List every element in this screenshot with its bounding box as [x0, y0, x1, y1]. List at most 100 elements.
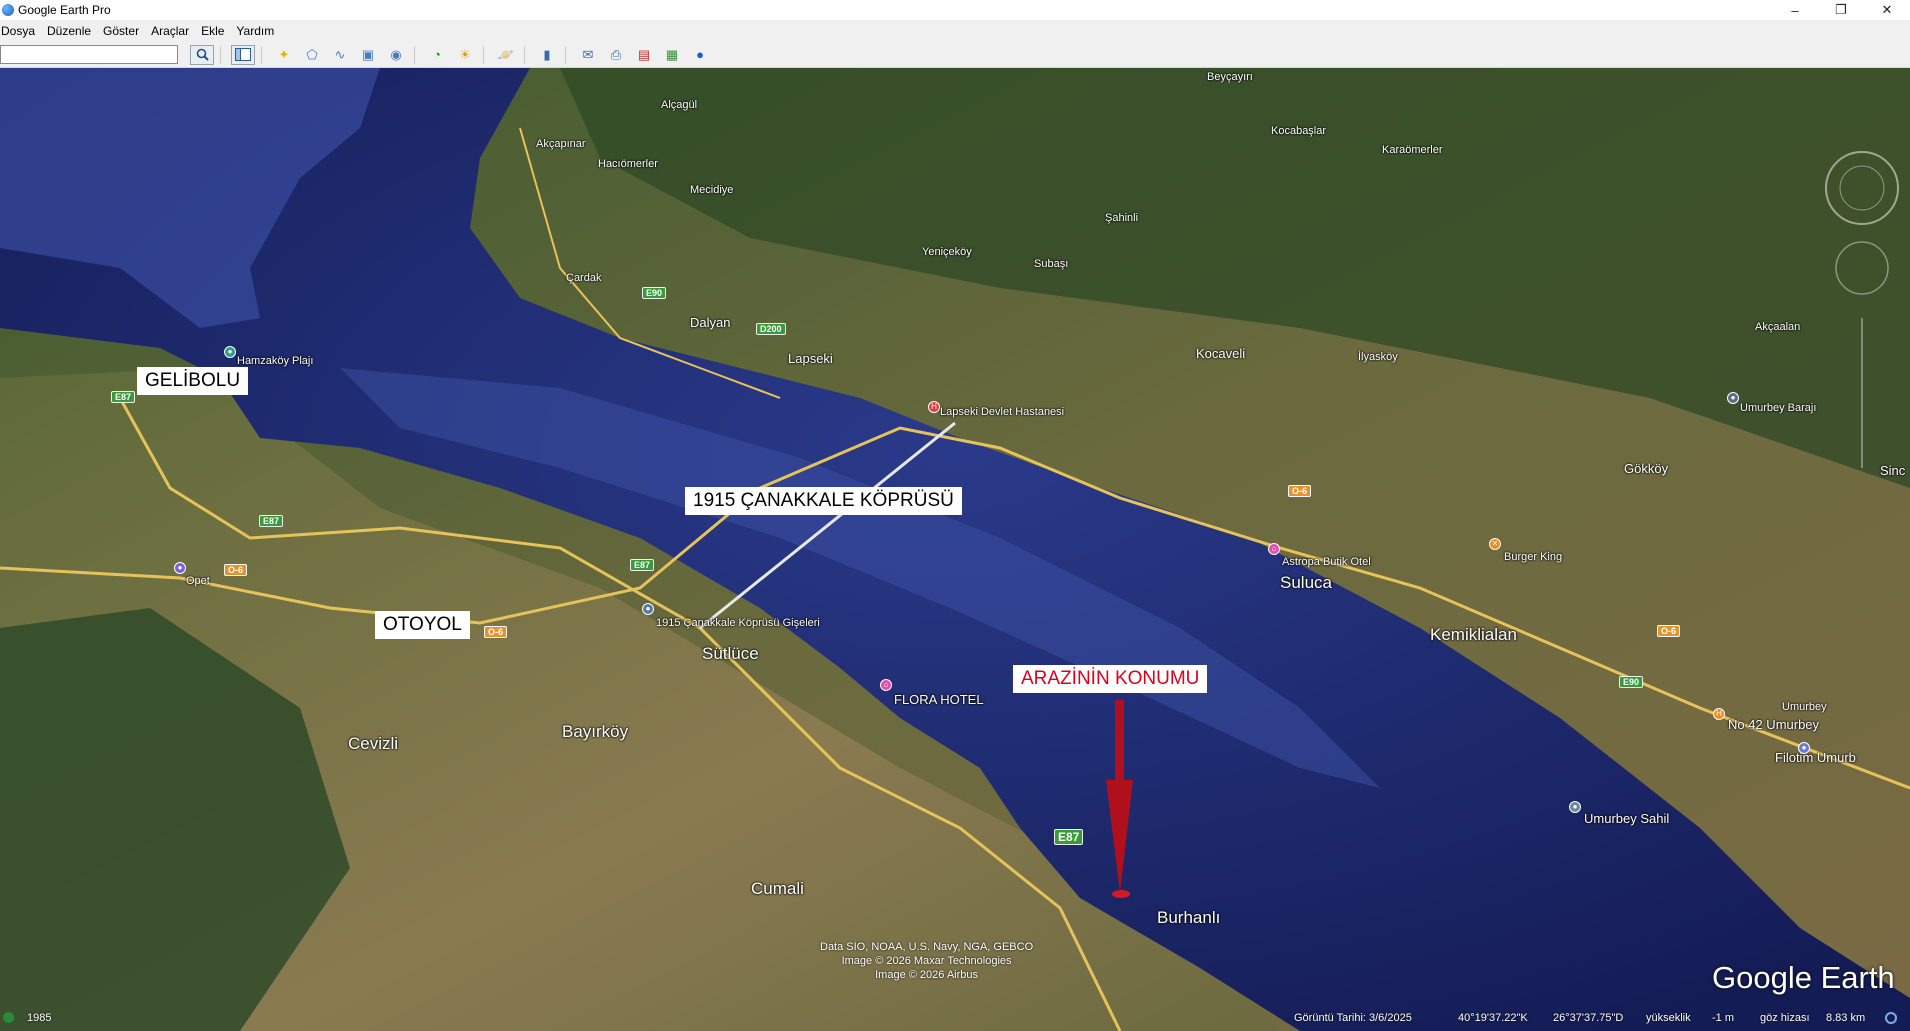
place-hacaomerler[interactable]: Hacıömerler	[598, 158, 658, 170]
historical-imagery-button[interactable]: ◔	[425, 45, 449, 65]
place-opet[interactable]: Opet	[186, 575, 210, 587]
close-button[interactable]: ✕	[1864, 0, 1910, 20]
add-image-overlay-button[interactable]: ▣	[356, 45, 380, 65]
sidebar-toggle-button[interactable]	[231, 44, 255, 65]
view-in-maps-button[interactable]: ▦	[660, 45, 684, 65]
roadsign-o6-east: O-6	[1657, 625, 1681, 637]
add-path-button[interactable]: ∿	[328, 45, 352, 65]
print-button[interactable]: ⎙	[604, 45, 628, 65]
menu-duzenle[interactable]: Düzenle	[41, 24, 97, 38]
hotel-no42-icon[interactable]: H	[1713, 708, 1725, 720]
place-gokkoy[interactable]: Gökköy	[1624, 461, 1668, 476]
search-icon	[196, 48, 209, 61]
place-hamzakoy[interactable]: Hamzaköy Plajı	[237, 355, 313, 367]
place-akcaalan[interactable]: Akçaalan	[1755, 321, 1800, 333]
roadsign-e87-gelibolu: E87	[111, 391, 136, 403]
place-karaomerler[interactable]: Karaömerler	[1382, 144, 1443, 156]
place-lapseki[interactable]: Lapseki	[788, 351, 833, 366]
arrow-shaft	[1115, 700, 1124, 782]
place-umurbey[interactable]: Umurbey	[1782, 701, 1827, 713]
hotel-icon[interactable]: ⌂	[1268, 543, 1280, 555]
place-kocabaslar[interactable]: Kocabaşlar	[1271, 125, 1326, 137]
add-polygon-button[interactable]: ⬠	[300, 45, 324, 65]
place-sinc[interactable]: Sinc	[1880, 463, 1905, 478]
place-bayirkoy[interactable]: Bayırköy	[562, 722, 628, 742]
place-mecidiye[interactable]: Mecidiye	[690, 184, 733, 196]
add-placemark-button[interactable]: ✦	[272, 45, 296, 65]
place-astropa[interactable]: Astropa Butik Otel	[1282, 556, 1371, 568]
dam-icon[interactable]: ●	[1727, 392, 1739, 404]
google-earth-logo: Google Earth	[1712, 960, 1895, 995]
land-marker	[1112, 890, 1130, 898]
place-alcagul[interactable]: Alçagül	[661, 99, 697, 111]
planets-button[interactable]: 🪐	[494, 45, 518, 65]
path-icon: ∿	[334, 46, 346, 62]
credit-line: Data SIO, NOAA, U.S. Navy, NGA, GEBCO	[820, 941, 1034, 953]
place-lapseki-hastane[interactable]: Lapseki Devlet Hastanesi	[940, 406, 1064, 418]
place-umurbey-sahil[interactable]: Umurbey Sahil	[1584, 811, 1669, 826]
menu-araclar[interactable]: Araçlar	[145, 24, 195, 38]
place-umurbey-baraji[interactable]: Umurbey Barajı	[1740, 402, 1816, 414]
status-bar: 1985 Görüntü Tarihi: 3/6/2025 40°19'37.2…	[0, 1004, 1910, 1031]
menu-goster[interactable]: Göster	[97, 24, 145, 38]
annotation-highway: OTOYOL	[375, 611, 470, 639]
place-cumali[interactable]: Cumali	[751, 879, 804, 899]
save-image-button[interactable]: ▤	[632, 45, 656, 65]
place-gise[interactable]: 1915 Çanakkale Köprüsü Gişeleri	[656, 617, 820, 629]
place-sahinli[interactable]: Şahinli	[1105, 212, 1138, 224]
record-tour-icon: ◉	[390, 46, 402, 62]
ruler-button[interactable]: ▮	[535, 45, 559, 65]
record-tour-button[interactable]: ◉	[384, 45, 408, 65]
imagery-credits: Data SIO, NOAA, U.S. Navy, NGA, GEBCO Im…	[820, 940, 1033, 982]
toll-booth-icon[interactable]: ●	[642, 603, 654, 615]
beach-icon[interactable]: ●	[224, 346, 236, 358]
menu-bar: Dosya Düzenle Göster Araçlar Ekle Yardım	[0, 20, 1910, 42]
place-kocaveli[interactable]: Kocaveli	[1196, 346, 1245, 361]
status-image-date: Görüntü Tarihi: 3/6/2025	[1294, 1011, 1412, 1024]
hotel-flora-icon[interactable]: ⌂	[880, 679, 892, 691]
place-filotim[interactable]: Filotim Umurb	[1775, 750, 1856, 765]
toolbar: ✦ ⬠ ∿ ▣ ◉ ◔ ☀ 🪐 ▮ ✉ ⎙ ▤ ▦ ●	[0, 42, 1910, 68]
menu-yardim[interactable]: Yardım	[230, 24, 280, 38]
minimize-button[interactable]: –	[1772, 0, 1818, 20]
place-cardak[interactable]: Çardak	[566, 272, 601, 284]
search-input[interactable]	[0, 45, 178, 64]
place-subasi[interactable]: Subaşı	[1034, 258, 1068, 270]
map-viewport[interactable]: GELİBOLU 1915 ÇANAKKALE KÖPRÜSÜ OTOYOL A…	[0, 68, 1910, 1031]
place-ilyaskoy[interactable]: İlyasköy	[1358, 351, 1398, 363]
place-kemiklialan[interactable]: Kemiklialan	[1430, 625, 1517, 645]
menu-dosya[interactable]: Dosya	[0, 24, 41, 38]
search-button[interactable]	[190, 44, 214, 65]
print-icon: ⎙	[610, 46, 622, 62]
ruler-icon: ▮	[543, 46, 551, 62]
email-button[interactable]: ✉	[576, 45, 600, 65]
menu-ekle[interactable]: Ekle	[195, 24, 230, 38]
restaurant-icon[interactable]: ✕	[1489, 538, 1501, 550]
place-sutluce[interactable]: Sütlüce	[702, 644, 759, 664]
place-dalyan[interactable]: Dalyan	[690, 315, 730, 330]
earth-gallery-button[interactable]: ●	[688, 45, 712, 65]
place-beyc[interactable]: Beyçayırı	[1207, 71, 1253, 83]
sunlight-button[interactable]: ☀	[453, 45, 477, 65]
satellite-terrain	[0, 68, 1910, 1031]
place-suluca[interactable]: Suluca	[1280, 573, 1332, 593]
place-burger-king[interactable]: Burger King	[1504, 551, 1562, 563]
place-no42-umurbey[interactable]: No 42 Umurbey	[1728, 717, 1819, 732]
umurbey-sahil-icon[interactable]: ●	[1569, 801, 1581, 813]
streaming-indicator-icon	[1885, 1011, 1897, 1024]
status-elevation-label: yükseklik	[1646, 1011, 1691, 1024]
credit-line: Image © 2026 Airbus	[875, 969, 978, 981]
restore-button[interactable]: ❐	[1818, 0, 1864, 20]
fuel-station-icon[interactable]: ●	[174, 562, 186, 574]
roadsign-o6-west: O-6	[224, 564, 248, 576]
historical-year-icon[interactable]	[3, 1012, 14, 1023]
hospital-icon[interactable]: H	[928, 401, 940, 413]
place-flora-hotel[interactable]: FLORA HOTEL	[894, 692, 984, 707]
place-cevizli[interactable]: Cevizli	[348, 734, 398, 754]
status-eye-label: göz hizası	[1760, 1011, 1810, 1024]
place-yenicekoy[interactable]: Yeniçeköy	[922, 246, 972, 258]
place-akcapinar[interactable]: Akçapınar	[536, 138, 586, 150]
filotim-icon[interactable]: ●	[1798, 742, 1810, 754]
roadsign-o6-mid: O-6	[484, 626, 508, 638]
place-burhanli[interactable]: Burhanlı	[1157, 908, 1220, 928]
